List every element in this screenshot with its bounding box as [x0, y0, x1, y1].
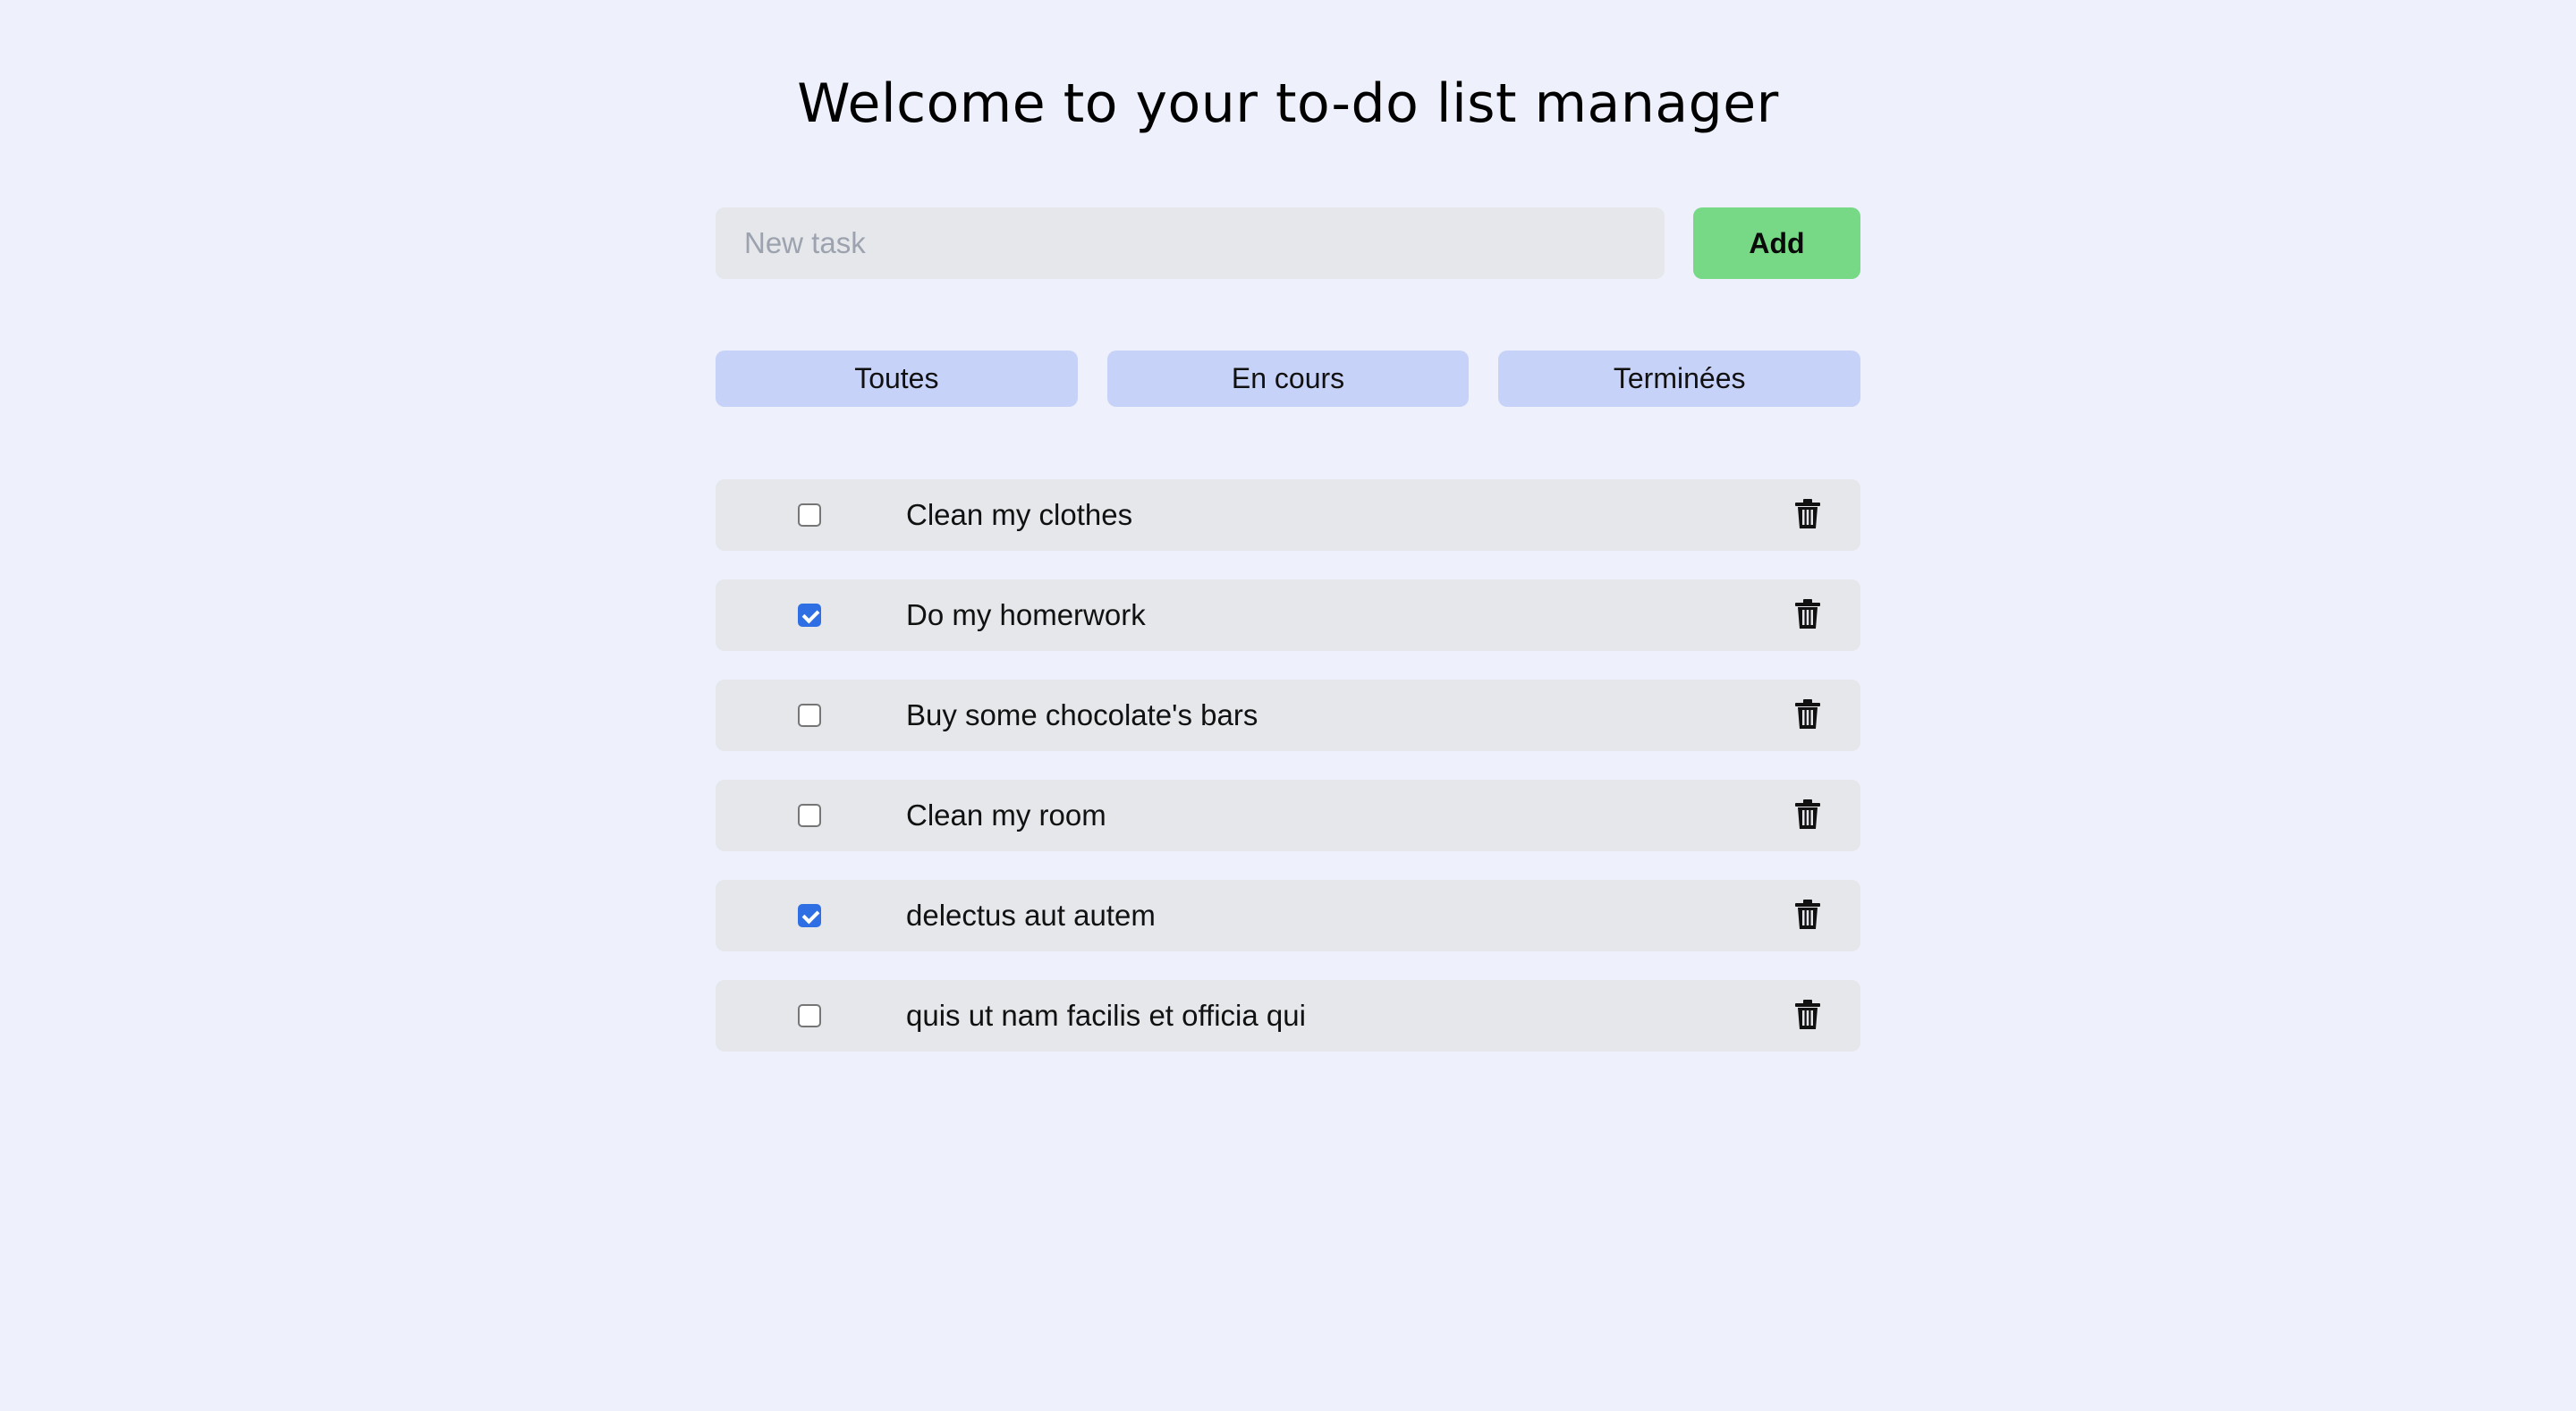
task-item: delectus aut autem: [716, 880, 1860, 951]
task-item: quis ut nam facilis et officia qui: [716, 980, 1860, 1052]
task-checkbox[interactable]: [798, 904, 821, 927]
trash-icon[interactable]: [1794, 599, 1821, 629]
task-label: Buy some chocolate's bars: [906, 698, 1258, 731]
trash-icon[interactable]: [1794, 900, 1821, 930]
filter-bar: Toutes En cours Terminées: [716, 351, 1861, 407]
task-label: quis ut nam facilis et officia qui: [906, 999, 1306, 1032]
add-task-button[interactable]: Add: [1693, 207, 1860, 279]
filter-completed-button[interactable]: Terminées: [1498, 351, 1861, 407]
task-item: Clean my clothes: [716, 479, 1860, 551]
task-label: Do my homerwork: [906, 598, 1146, 631]
filter-in-progress-button[interactable]: En cours: [1106, 351, 1470, 407]
task-item: Buy some chocolate's bars: [716, 680, 1860, 751]
filter-all-button[interactable]: Toutes: [716, 351, 1078, 407]
trash-icon[interactable]: [1794, 1000, 1821, 1030]
trash-icon[interactable]: [1794, 499, 1821, 529]
task-checkbox[interactable]: [798, 604, 821, 627]
task-label: Clean my room: [906, 798, 1106, 832]
page-title: Welcome to your to-do list manager: [797, 72, 1779, 135]
task-checkbox[interactable]: [798, 804, 821, 827]
task-label: delectus aut autem: [906, 899, 1156, 932]
task-item: Clean my room: [716, 780, 1860, 851]
new-task-input[interactable]: [716, 207, 1665, 279]
task-item: Do my homerwork: [716, 579, 1860, 651]
task-checkbox[interactable]: [798, 503, 821, 527]
task-checkbox[interactable]: [798, 1004, 821, 1027]
task-list: Clean my clothes Do my homerwork Buy som…: [716, 479, 1860, 1080]
trash-icon[interactable]: [1794, 699, 1821, 730]
task-label: Clean my clothes: [906, 498, 1133, 531]
task-checkbox[interactable]: [798, 704, 821, 727]
trash-icon[interactable]: [1794, 799, 1821, 830]
